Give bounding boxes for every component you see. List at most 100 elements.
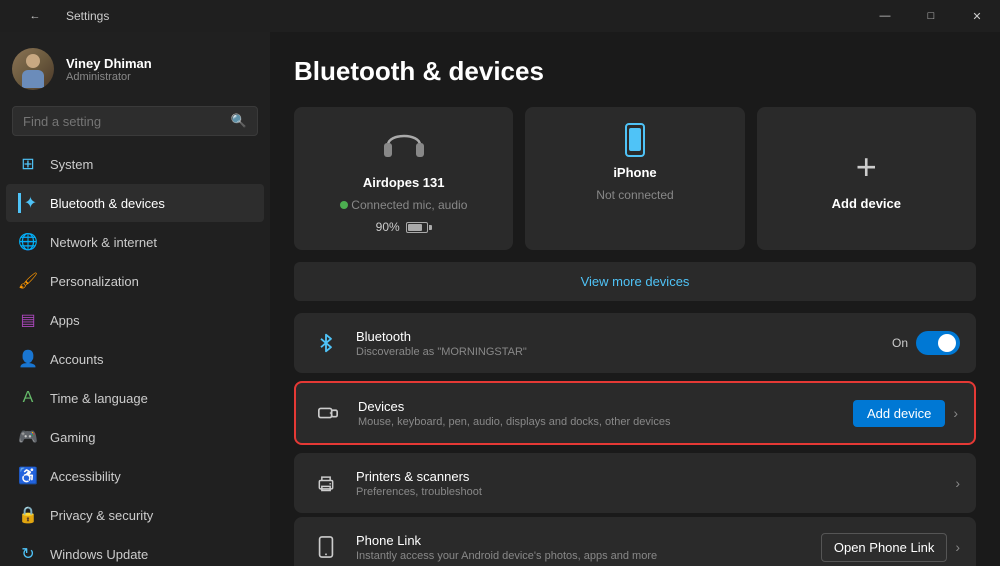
sidebar-item-time[interactable]: A Time & language: [6, 379, 264, 417]
bluetooth-toggle[interactable]: On: [892, 331, 960, 355]
search-icon: 🔍: [231, 113, 247, 129]
bluetooth-row-text: Bluetooth Discoverable as "MORNINGSTAR": [356, 329, 878, 358]
device-card-iphone[interactable]: iPhone Not connected: [525, 107, 744, 250]
battery-icon: [406, 222, 432, 233]
avatar-person: [19, 54, 47, 90]
bluetooth-toggle-area: On: [892, 331, 960, 355]
maximize-button[interactable]: □: [908, 0, 954, 32]
toggle-switch[interactable]: [916, 331, 960, 355]
printers-row-action: ›: [955, 475, 960, 491]
battery-display: 90%: [376, 220, 432, 234]
accounts-icon: 👤: [18, 349, 38, 369]
airdopes-status: Connected mic, audio: [340, 198, 467, 212]
devices-row-icon: [312, 397, 344, 429]
phonelink-row-title: Phone Link: [356, 533, 807, 548]
phone-screen: [629, 128, 641, 151]
add-icon: +: [856, 146, 877, 188]
sidebar-item-privacy[interactable]: 🔒 Privacy & security: [6, 496, 264, 534]
bluetooth-section: Bluetooth Discoverable as "MORNINGSTAR" …: [294, 313, 976, 373]
sidebar-item-label: Gaming: [50, 430, 96, 445]
sidebar: Viney Dhiman Administrator 🔍 ⊞ System ✦ …: [0, 32, 270, 566]
sidebar-item-network[interactable]: 🌐 Network & internet: [6, 223, 264, 261]
sidebar-item-accessibility[interactable]: ♿ Accessibility: [6, 457, 264, 495]
network-icon: 🌐: [18, 232, 38, 252]
sidebar-item-label: System: [50, 157, 93, 172]
airdopes-name: Airdopes 131: [363, 175, 445, 190]
sidebar-item-apps[interactable]: ▤ Apps: [6, 301, 264, 339]
printers-row-text: Printers & scanners Preferences, trouble…: [356, 469, 941, 498]
sidebar-item-label: Bluetooth & devices: [50, 196, 165, 211]
bluetooth-row-icon: [310, 327, 342, 359]
printers-section: Printers & scanners Preferences, trouble…: [294, 453, 976, 513]
sidebar-item-label: Personalization: [50, 274, 139, 289]
sidebar-item-bluetooth[interactable]: ✦ Bluetooth & devices: [6, 184, 264, 222]
sidebar-item-label: Privacy & security: [50, 508, 153, 523]
sidebar-item-label: Accounts: [50, 352, 103, 367]
phone-icon: [625, 123, 645, 157]
search-box[interactable]: 🔍: [12, 106, 258, 136]
add-device-label: Add device: [832, 196, 901, 211]
battery-tip: [429, 225, 432, 230]
view-more-button[interactable]: View more devices: [294, 262, 976, 301]
titlebar-title: Settings: [66, 9, 109, 23]
device-card-airdopes[interactable]: Airdopes 131 Connected mic, audio 90%: [294, 107, 513, 250]
system-icon: ⊞: [18, 154, 38, 174]
chevron-right-icon: ›: [955, 475, 960, 491]
battery-body: [406, 222, 428, 233]
personalization-icon: 🖌: [18, 271, 38, 291]
chevron-right-icon: ›: [953, 405, 958, 421]
user-profile[interactable]: Viney Dhiman Administrator: [0, 32, 270, 102]
phonelink-row-text: Phone Link Instantly access your Android…: [356, 533, 807, 562]
bluetooth-row-subtitle: Discoverable as "MORNINGSTAR": [356, 346, 878, 358]
avatar: [12, 48, 54, 90]
user-info: Viney Dhiman Administrator: [66, 56, 258, 83]
device-card-add[interactable]: + Add device: [757, 107, 976, 250]
toggle-on-label: On: [892, 336, 908, 350]
devices-row-text: Devices Mouse, keyboard, pen, audio, dis…: [358, 399, 839, 428]
sidebar-item-label: Windows Update: [50, 547, 148, 562]
minimize-button[interactable]: —: [862, 0, 908, 32]
sidebar-item-gaming[interactable]: 🎮 Gaming: [6, 418, 264, 456]
chevron-right-icon: ›: [955, 539, 960, 555]
devices-row-action: Add device ›: [853, 400, 958, 427]
phonelink-icon: [310, 531, 342, 563]
search-input[interactable]: [23, 114, 223, 129]
bluetooth-row[interactable]: Bluetooth Discoverable as "MORNINGSTAR" …: [294, 313, 976, 373]
printers-row-title: Printers & scanners: [356, 469, 941, 484]
privacy-icon: 🔒: [18, 505, 38, 525]
open-phone-link-button[interactable]: Open Phone Link: [821, 533, 947, 562]
time-icon: A: [18, 388, 38, 408]
bluetooth-icon: ✦: [18, 193, 38, 213]
phonelink-section: Phone Link Instantly access your Android…: [294, 517, 976, 566]
apps-icon: ▤: [18, 310, 38, 330]
devices-row-title: Devices: [358, 399, 839, 414]
iphone-status: Not connected: [596, 188, 673, 202]
battery-fill: [408, 224, 422, 231]
sidebar-item-system[interactable]: ⊞ System: [6, 145, 264, 183]
sidebar-item-label: Network & internet: [50, 235, 157, 250]
back-button[interactable]: ←: [12, 0, 58, 32]
phonelink-row[interactable]: Phone Link Instantly access your Android…: [294, 517, 976, 566]
devices-section: Devices Mouse, keyboard, pen, audio, dis…: [294, 381, 976, 445]
device-cards: Airdopes 131 Connected mic, audio 90%: [294, 107, 976, 250]
sidebar-nav: ⊞ System ✦ Bluetooth & devices 🌐 Network…: [0, 144, 270, 566]
printers-row-subtitle: Preferences, troubleshoot: [356, 486, 941, 498]
sidebar-item-update[interactable]: ↻ Windows Update: [6, 535, 264, 566]
devices-row[interactable]: Devices Mouse, keyboard, pen, audio, dis…: [296, 383, 974, 443]
update-icon: ↻: [18, 544, 38, 564]
printers-row[interactable]: Printers & scanners Preferences, trouble…: [294, 453, 976, 513]
titlebar-controls: — □ ✕: [862, 0, 1000, 32]
user-name: Viney Dhiman: [66, 56, 258, 71]
close-button[interactable]: ✕: [954, 0, 1000, 32]
add-device-button[interactable]: Add device: [853, 400, 945, 427]
avatar-head: [26, 54, 40, 68]
bluetooth-row-title: Bluetooth: [356, 329, 878, 344]
accessibility-icon: ♿: [18, 466, 38, 486]
sidebar-item-label: Time & language: [50, 391, 148, 406]
sidebar-item-accounts[interactable]: 👤 Accounts: [6, 340, 264, 378]
titlebar-left: ← Settings: [12, 0, 109, 32]
phonelink-row-subtitle: Instantly access your Android device's p…: [356, 550, 807, 562]
phonelink-row-action: Open Phone Link ›: [821, 533, 960, 562]
sidebar-item-personalization[interactable]: 🖌 Personalization: [6, 262, 264, 300]
headphones-icon: [380, 123, 428, 167]
